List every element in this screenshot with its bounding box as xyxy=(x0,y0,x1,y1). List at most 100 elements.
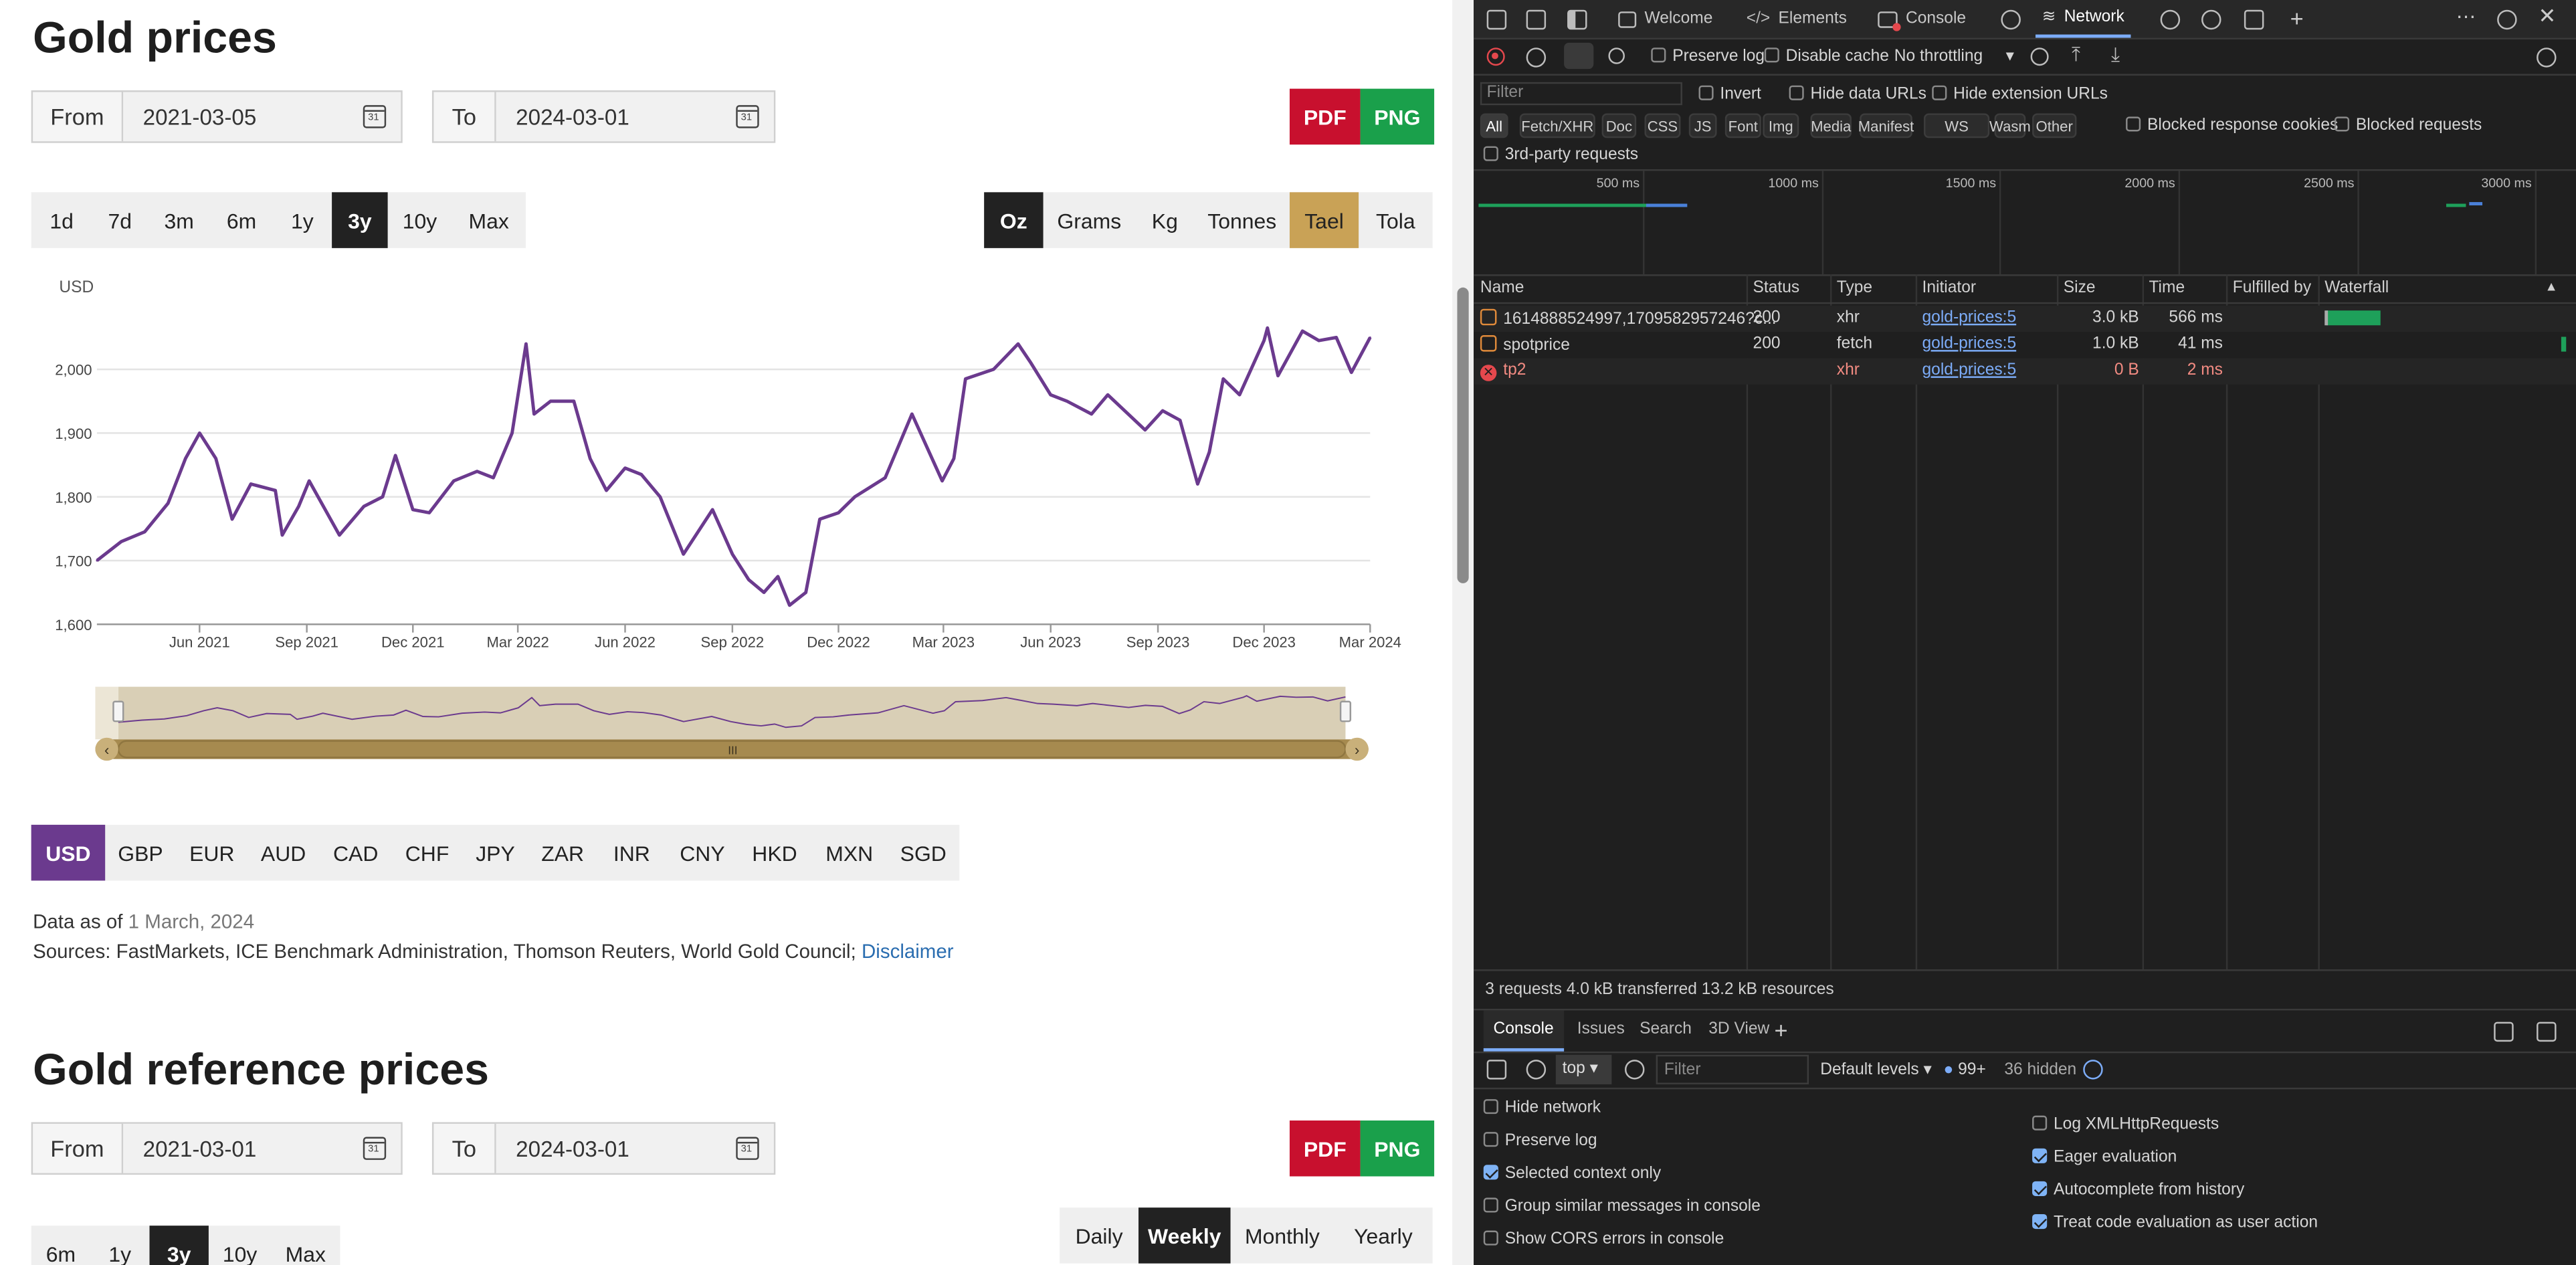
more-icon[interactable]: ⋯ xyxy=(2456,5,2476,27)
filter-toggle-icon[interactable] xyxy=(1564,42,1594,70)
device-toolbar-icon[interactable] xyxy=(1526,9,1547,30)
unit-grams[interactable]: Grams xyxy=(1044,192,1136,248)
currency-mxn[interactable]: MXN xyxy=(811,825,887,881)
request-row[interactable]: ✕ tp2 xhr gold-prices:5 0 B 2 ms xyxy=(1474,358,2576,385)
page-scroll-thumb[interactable] xyxy=(1457,287,1469,583)
checkbox[interactable] xyxy=(1483,1132,1498,1147)
unit-oz[interactable]: Oz xyxy=(984,192,1044,248)
page-scrollbar[interactable] xyxy=(1452,0,1474,1265)
message-count[interactable]: ● 99+ xyxy=(1943,1062,1985,1080)
blocked-requests-checkbox[interactable]: Blocked requests xyxy=(2334,116,2482,134)
column-initiator[interactable]: Initiator xyxy=(1922,280,1977,298)
help-icon[interactable] xyxy=(2497,9,2517,30)
console-settings-icon[interactable] xyxy=(2083,1060,2103,1080)
default-levels-select[interactable]: Default levels ▾ xyxy=(1820,1062,1932,1080)
tab-network[interactable]: ≋ Network xyxy=(2035,0,2131,38)
filter-font[interactable]: Font xyxy=(1724,113,1761,138)
performance-icon[interactable] xyxy=(2160,9,2181,30)
navigator-range[interactable] xyxy=(118,686,1346,740)
checkbox[interactable] xyxy=(1483,1099,1498,1114)
search-icon[interactable] xyxy=(1608,47,1625,64)
request-name[interactable]: 1614888524997,1709582957246?c... xyxy=(1480,308,1777,328)
checkbox[interactable] xyxy=(2032,1213,2048,1230)
ref-from-date-input[interactable]: 2021-03-01 31 xyxy=(123,1123,401,1173)
ref-range-6m[interactable]: 6m xyxy=(31,1226,90,1265)
currency-zar[interactable]: ZAR xyxy=(529,825,597,881)
ref-range-1y[interactable]: 1y xyxy=(90,1226,149,1265)
filter-css[interactable]: CSS xyxy=(1644,113,1681,138)
unit-tola[interactable]: Tola xyxy=(1359,192,1433,248)
checkbox[interactable] xyxy=(2032,1148,2048,1163)
unit-tonnes[interactable]: Tonnes xyxy=(1195,192,1290,248)
calendar-icon[interactable]: 31 xyxy=(363,1137,387,1160)
ref-png-button[interactable]: PNG xyxy=(1360,1120,1435,1177)
column-fulfilled-by[interactable]: Fulfilled by xyxy=(2233,280,2311,298)
range-1y[interactable]: 1y xyxy=(273,192,332,248)
request-initiator[interactable]: gold-prices:5 xyxy=(1922,361,2017,379)
range-6m[interactable]: 6m xyxy=(210,192,272,248)
frequency-yearly[interactable]: Yearly xyxy=(1334,1207,1432,1264)
ref-range-10y[interactable]: 10y xyxy=(209,1226,271,1265)
setting-group-similar-messages-in-console[interactable]: Group similar messages in console xyxy=(1483,1197,1761,1215)
unit-tael[interactable]: Tael xyxy=(1289,192,1359,248)
checkbox[interactable] xyxy=(1483,1197,1498,1213)
filter-wasm[interactable]: Wasm xyxy=(1989,113,2031,138)
navigator-handle-left[interactable] xyxy=(112,700,124,722)
frequency-monthly[interactable]: Monthly xyxy=(1231,1207,1334,1264)
clear-icon[interactable] xyxy=(1526,47,1547,68)
network-conditions-icon[interactable] xyxy=(2030,47,2049,66)
currency-eur[interactable]: EUR xyxy=(176,825,248,881)
calendar-icon[interactable]: 31 xyxy=(736,105,759,128)
context-select[interactable]: top ▾ xyxy=(1555,1054,1612,1084)
frequency-daily[interactable]: Daily xyxy=(1060,1207,1138,1264)
preserve-log-checkbox[interactable]: Preserve log xyxy=(1651,47,1765,66)
setting-eager-evaluation[interactable]: Eager evaluation xyxy=(2032,1148,2177,1167)
to-date-input[interactable]: 2024-03-01 31 xyxy=(496,92,774,142)
currency-gbp[interactable]: GBP xyxy=(105,825,176,881)
drawer-tab-3d-view[interactable]: 3D View xyxy=(1699,1010,1779,1051)
live-expression-icon[interactable] xyxy=(1624,1060,1645,1080)
currency-inr[interactable]: INR xyxy=(597,825,668,881)
settings-gear-icon[interactable] xyxy=(2201,9,2221,30)
close-drawer-icon[interactable] xyxy=(2537,1021,2557,1042)
filter-other[interactable]: Other xyxy=(2032,113,2077,138)
filter-media[interactable]: Media xyxy=(1810,113,1852,138)
console-sidebar-icon[interactable] xyxy=(1486,1060,1507,1080)
column-size[interactable]: Size xyxy=(2064,280,2096,298)
filter-js[interactable]: JS xyxy=(1688,113,1717,138)
range-7d[interactable]: 7d xyxy=(92,192,148,248)
request-initiator[interactable]: gold-prices:5 xyxy=(1922,309,2017,327)
disable-cache-checkbox[interactable]: Disable cache xyxy=(1764,47,1889,66)
range-max[interactable]: Max xyxy=(452,192,526,248)
filter-doc[interactable]: Doc xyxy=(1601,113,1637,138)
tab-welcome[interactable]: Welcome xyxy=(1618,0,1712,37)
checkbox[interactable] xyxy=(2032,1115,2048,1131)
frequency-weekly[interactable]: Weekly xyxy=(1138,1207,1231,1264)
drawer-tab-console[interactable]: Console xyxy=(1483,1010,1564,1052)
setting-show-cors-errors-in-console[interactable]: Show CORS errors in console xyxy=(1483,1230,1724,1249)
calendar-icon[interactable]: 31 xyxy=(736,1137,759,1160)
request-initiator[interactable]: gold-prices:5 xyxy=(1922,335,2017,353)
currency-cny[interactable]: CNY xyxy=(667,825,738,881)
filter-img[interactable]: Img xyxy=(1763,113,1799,138)
add-tab-icon[interactable]: + xyxy=(2290,5,2304,31)
hide-data-urls-checkbox[interactable]: Hide data URLs xyxy=(1789,85,1926,104)
checkbox[interactable] xyxy=(1483,1165,1498,1180)
filter-fetch-xhr[interactable]: Fetch/XHR xyxy=(1519,113,1595,138)
add-drawer-tab-icon[interactable]: + xyxy=(1774,1017,1787,1043)
import-har-icon[interactable]: ⤒ xyxy=(2072,43,2080,68)
navigator-handle-right[interactable] xyxy=(1339,700,1352,722)
filter-all[interactable]: All xyxy=(1480,113,1508,138)
filter-ws[interactable]: WS xyxy=(1923,113,1990,138)
column-waterfall[interactable]: Waterfall xyxy=(2324,280,2389,298)
export-har-icon[interactable]: ⤓ xyxy=(2111,43,2120,68)
blocked-cookies-checkbox[interactable]: Blocked response cookies xyxy=(2126,116,2338,134)
currency-jpy[interactable]: JPY xyxy=(462,825,529,881)
inspect-icon[interactable] xyxy=(1486,9,1507,30)
drawer-tab-search[interactable]: Search xyxy=(1629,1010,1701,1051)
filter-manifest[interactable]: Manifest xyxy=(1858,113,1914,138)
ref-range-3y[interactable]: 3y xyxy=(149,1226,209,1265)
application-icon[interactable] xyxy=(2244,9,2264,30)
tab-elements[interactable]: </> Elements xyxy=(1747,0,1847,37)
range-3y[interactable]: 3y xyxy=(332,192,388,248)
